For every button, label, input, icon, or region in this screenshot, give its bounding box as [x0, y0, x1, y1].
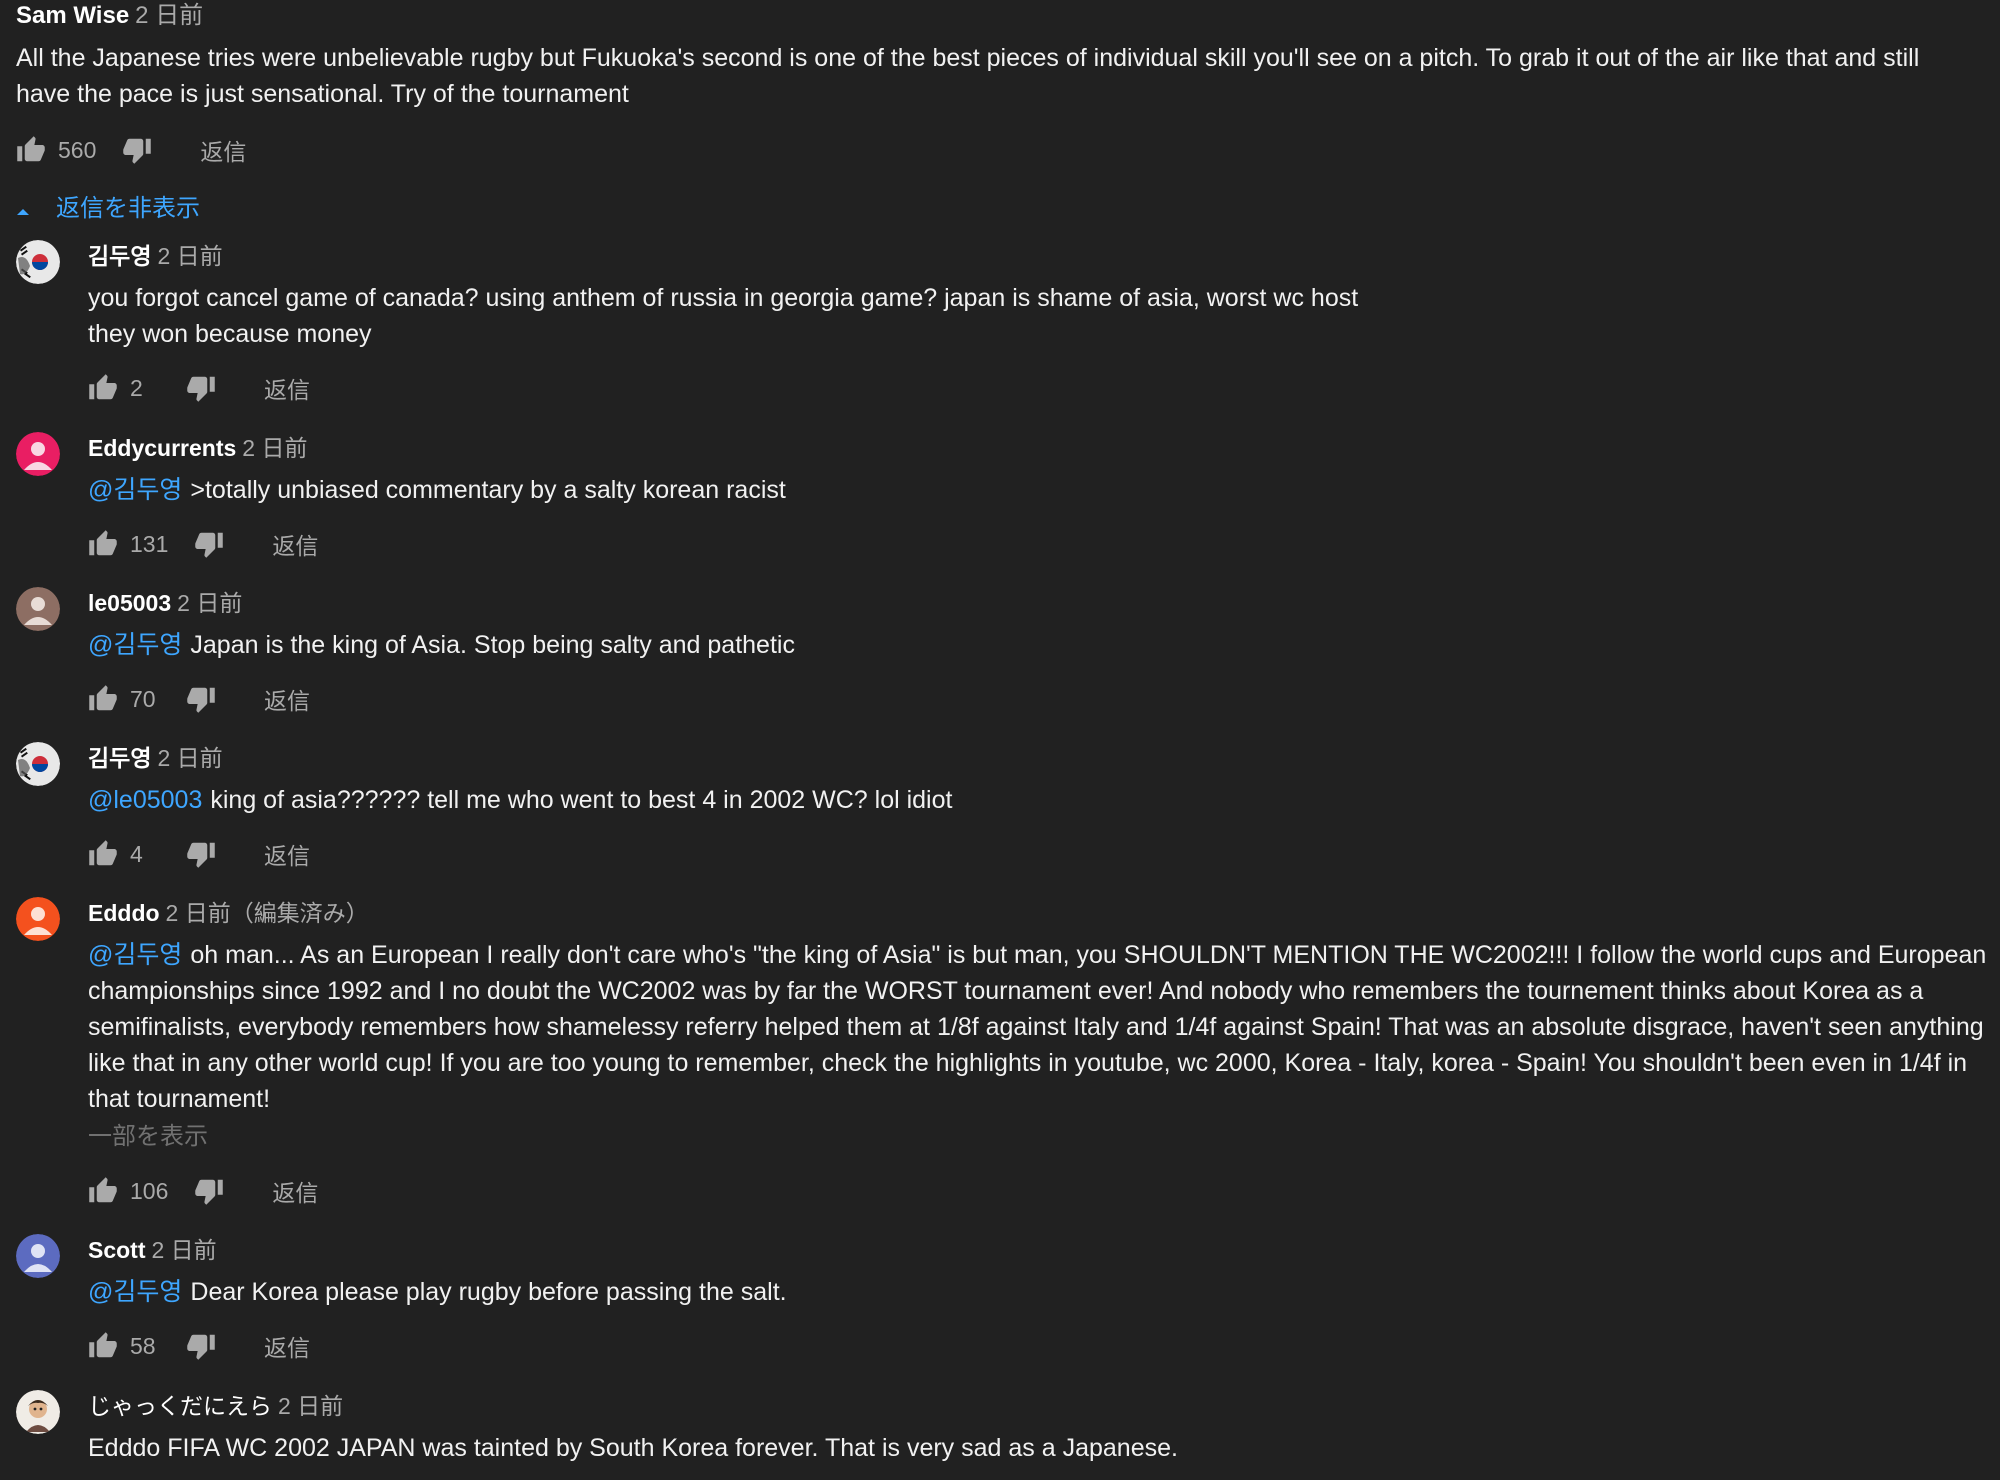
- caret-up-icon: [16, 198, 30, 215]
- reply-button[interactable]: 返信: [272, 527, 318, 561]
- like-count: 70: [130, 685, 156, 712]
- thumbs-down-icon[interactable]: [194, 1176, 224, 1206]
- comments-section: Sam Wise 2 日前 All the Japanese tries were…: [0, 0, 2000, 1480]
- default-user-avatar-icon[interactable]: [16, 897, 60, 941]
- default-user-avatar-icon[interactable]: [16, 1234, 60, 1278]
- comment-text: All the Japanese tries were unbelievable…: [16, 44, 1920, 108]
- photo-avatar-icon[interactable]: [16, 1390, 60, 1434]
- reply-time[interactable]: 2 日前: [278, 1393, 343, 1419]
- thumbs-down-icon[interactable]: [122, 135, 152, 165]
- reply-time[interactable]: 2 日前: [152, 1237, 217, 1263]
- thumbs-up-icon[interactable]: [88, 373, 118, 403]
- reply-text: @김두영 >totally unbiased commentary by a sa…: [88, 472, 1993, 508]
- reply-time[interactable]: 2 日前: [177, 590, 242, 616]
- mention-link[interactable]: @김두영: [88, 1278, 182, 1306]
- reply-header: 김두영 2 日前: [88, 240, 223, 272]
- show-less-button[interactable]: 一部を表示: [88, 1119, 1993, 1155]
- reply-author[interactable]: Eddycurrents: [88, 435, 236, 461]
- thumbs-down-icon[interactable]: [186, 839, 216, 869]
- reply-text-line: you forgot cancel game of canada? using …: [88, 284, 1359, 312]
- thumbs-down-icon[interactable]: [186, 1331, 216, 1361]
- comment-time[interactable]: 2 日前: [135, 2, 203, 29]
- reply-time[interactable]: 2 日前: [157, 243, 222, 269]
- thumbs-up-icon[interactable]: [88, 1176, 118, 1206]
- like-count: 560: [58, 136, 97, 163]
- hide-replies-label: 返信を非表示: [56, 194, 200, 222]
- reply-button[interactable]: 返信: [264, 1329, 310, 1363]
- reply-author[interactable]: Scott: [88, 1237, 146, 1263]
- reply-actions: 2 返信: [88, 368, 310, 408]
- reply-author[interactable]: 김두영: [88, 745, 151, 771]
- reply-text-line: they won because money: [88, 320, 372, 348]
- reply-time[interactable]: 2 日前: [242, 435, 307, 461]
- like-count: 58: [130, 1332, 156, 1359]
- reply-actions: 58 返信: [88, 1326, 310, 1366]
- reply-body: oh man... As an European I really don't …: [88, 941, 1987, 1113]
- reply-time[interactable]: 2 日前: [157, 745, 222, 771]
- reply-author[interactable]: 김두영: [88, 243, 151, 269]
- mention-link[interactable]: @le05003: [88, 786, 202, 814]
- mention-link[interactable]: @김두영: [88, 941, 182, 969]
- reply-author[interactable]: じゃっくだにえら: [88, 1393, 272, 1419]
- thumbs-down-icon[interactable]: [186, 373, 216, 403]
- reply-body: king of asia?????? tell me who went to b…: [210, 786, 953, 814]
- reply-header: Eddycurrents 2 日前: [88, 432, 307, 464]
- reply-body: Dear Korea please play rugby before pass…: [190, 1278, 787, 1306]
- thumbs-up-icon[interactable]: [88, 1331, 118, 1361]
- reply-time[interactable]: 2 日前: [166, 900, 231, 926]
- reply-text: Edddo FIFA WC 2002 JAPAN was tainted by …: [88, 1430, 1993, 1466]
- thumbs-down-icon[interactable]: [194, 529, 224, 559]
- thumbs-up-icon[interactable]: [88, 529, 118, 559]
- reply-text: @김두영 Dear Korea please play rugby before …: [88, 1274, 1993, 1310]
- reply-text: @le05003 king of asia?????? tell me who w…: [88, 782, 1993, 818]
- thumbs-up-icon[interactable]: [16, 135, 46, 165]
- reply-body: >totally unbiased commentary by a salty …: [190, 476, 786, 504]
- reply-text: you forgot cancel game of canada? using …: [88, 280, 1993, 352]
- default-user-avatar-icon[interactable]: [16, 587, 60, 631]
- thumbs-up-icon[interactable]: [88, 839, 118, 869]
- reply-button[interactable]: 返信: [264, 682, 310, 716]
- reply-author[interactable]: le05003: [88, 590, 171, 616]
- comment-author[interactable]: Sam Wise: [16, 2, 129, 29]
- korean-flag-avatar-icon[interactable]: [16, 240, 60, 284]
- reply-button[interactable]: 返信: [264, 371, 310, 405]
- like-count: 106: [130, 1177, 169, 1204]
- reply-actions: 106 返信: [88, 1171, 318, 1211]
- default-user-avatar-icon[interactable]: [16, 432, 60, 476]
- thumbs-up-icon[interactable]: [88, 684, 118, 714]
- thumbs-down-icon[interactable]: [186, 684, 216, 714]
- reply-header: le05003 2 日前: [88, 587, 242, 619]
- reply-body: Japan is the king of Asia. Stop being sa…: [190, 631, 795, 659]
- like-count: 4: [130, 840, 143, 867]
- reply-actions: 70 返信: [88, 679, 310, 719]
- reply-text: @김두영 Japan is the king of Asia. Stop bein…: [88, 627, 1993, 663]
- mention-link[interactable]: @김두영: [88, 631, 182, 659]
- mention-link[interactable]: @김두영: [88, 476, 182, 504]
- reply-actions: 4 返信: [88, 834, 310, 874]
- reply-body: Edddo FIFA WC 2002 JAPAN was tainted by …: [88, 1434, 1178, 1462]
- reply-header: Scott 2 日前: [88, 1234, 217, 1266]
- reply-button[interactable]: 返信: [264, 837, 310, 871]
- reply-actions: 131 返信: [88, 524, 318, 564]
- comment-actions: 560 返信: [16, 130, 246, 170]
- hide-replies-button[interactable]: 返信を非表示: [16, 188, 200, 222]
- reply-header: じゃっくだにえら 2 日前: [88, 1390, 343, 1422]
- reply-button[interactable]: 返信: [200, 133, 246, 167]
- korean-flag-avatar-icon[interactable]: [16, 742, 60, 786]
- reply-header: 김두영 2 日前: [88, 742, 223, 774]
- edited-label: （編集済み）: [230, 900, 369, 926]
- reply-header: Edddo 2 日前（編集済み）: [88, 897, 369, 929]
- comment-header: Sam Wise 2 日前: [16, 0, 203, 32]
- like-count: 2: [130, 374, 143, 401]
- reply-author[interactable]: Edddo: [88, 900, 160, 926]
- reply-button[interactable]: 返信: [272, 1174, 318, 1208]
- like-count: 131: [130, 530, 169, 557]
- reply-text: @김두영 oh man... As an European I really do…: [88, 937, 1993, 1155]
